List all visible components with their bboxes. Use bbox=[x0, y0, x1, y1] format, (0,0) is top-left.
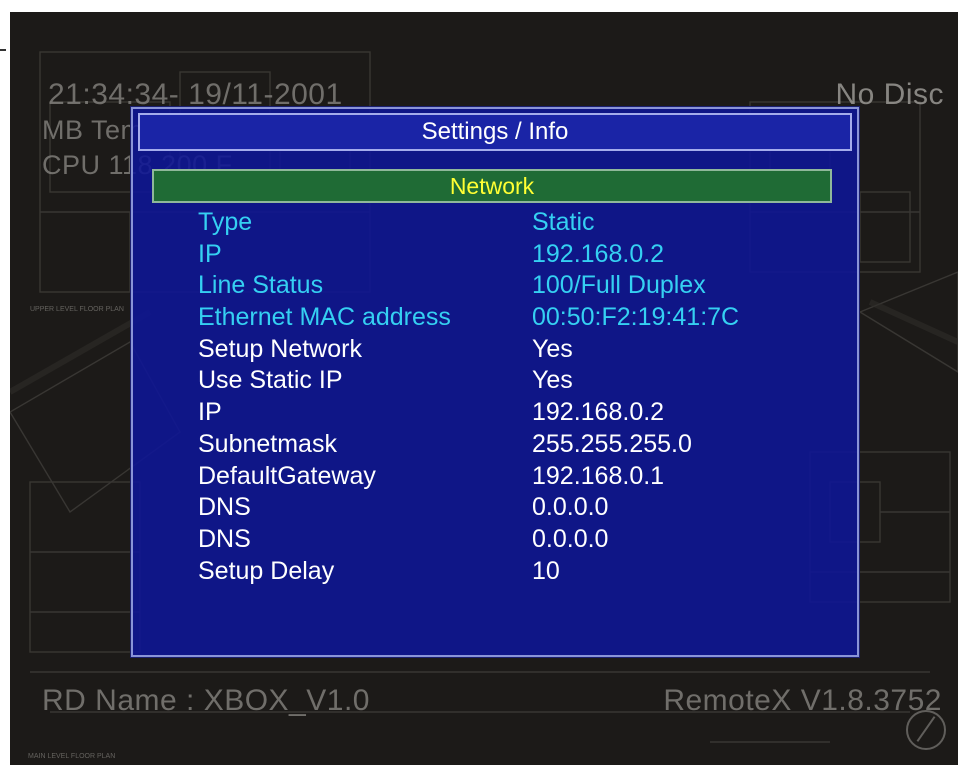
setting-value: 0.0.0.0 bbox=[532, 524, 609, 553]
settings-row: Type Static bbox=[198, 207, 838, 239]
settings-row: IP 192.168.0.2 bbox=[198, 239, 838, 271]
compass-icon bbox=[906, 710, 946, 750]
settings-row[interactable]: DNS 0.0.0.0 bbox=[198, 492, 838, 524]
setting-value: 192.168.0.1 bbox=[532, 461, 665, 490]
settings-row[interactable]: DNS 0.0.0.0 bbox=[198, 524, 838, 556]
setting-value: 00:50:F2:19:41:7C bbox=[532, 303, 740, 332]
setting-value: 192.168.0.2 bbox=[532, 398, 665, 427]
setting-label: Subnetmask bbox=[198, 429, 337, 458]
setting-value: Yes bbox=[532, 334, 573, 363]
setting-label: Type bbox=[198, 208, 253, 236]
settings-row[interactable]: Subnetmask 255.255.255.0 bbox=[198, 429, 838, 461]
settings-row[interactable]: DefaultGateway 192.168.0.1 bbox=[198, 461, 838, 493]
setting-value: 10 bbox=[532, 556, 560, 585]
upper-floor-caption: UPPER LEVEL FLOOR PLAN bbox=[30, 306, 124, 313]
setting-label: DNS bbox=[198, 524, 251, 553]
setting-label: Use Static IP bbox=[198, 366, 343, 395]
setting-label: IP bbox=[198, 398, 222, 427]
setting-value: 255.255.255.0 bbox=[532, 429, 692, 458]
settings-row[interactable]: Setup Network Yes bbox=[198, 334, 838, 366]
version-readout: RemoteX V1.8.3752 bbox=[663, 684, 942, 717]
tv-screen: 21:34:34- 19/11-2001 No Disc MB Temp 111… bbox=[10, 12, 958, 765]
setting-value: Static bbox=[532, 208, 595, 236]
setting-label: Setup Delay bbox=[198, 556, 335, 585]
setting-label: DefaultGateway bbox=[198, 461, 376, 490]
setting-label: Setup Network bbox=[198, 334, 362, 363]
settings-row[interactable]: Use Static IP Yes bbox=[198, 365, 838, 397]
setting-label: IP bbox=[198, 239, 222, 268]
rd-name-readout: RD Name : XBOX_V1.0 bbox=[42, 684, 370, 717]
setting-value: 100/Full Duplex bbox=[532, 271, 706, 300]
dialog-title: Settings / Info bbox=[138, 113, 852, 151]
settings-row: Ethernet MAC address 00:50:F2:19:41:7C bbox=[198, 302, 838, 334]
settings-row[interactable]: IP 192.168.0.2 bbox=[198, 397, 838, 429]
setting-label: Line Status bbox=[198, 271, 324, 300]
setting-label: Ethernet MAC address bbox=[198, 303, 451, 332]
settings-info-dialog: Settings / Info Network Type Static IP 192.… bbox=[131, 107, 859, 657]
main-floor-caption: MAIN LEVEL FLOOR PLAN bbox=[28, 753, 116, 760]
edge-tick-mark bbox=[0, 49, 6, 51]
settings-row[interactable]: Setup Delay 10 bbox=[198, 556, 838, 588]
setting-value: 192.168.0.2 bbox=[532, 239, 665, 268]
settings-list: Type Static IP 192.168.0.2 Line Status 100/Fu… bbox=[198, 207, 838, 587]
setting-value: 0.0.0.0 bbox=[532, 493, 609, 522]
section-header-network[interactable]: Network bbox=[152, 169, 832, 203]
setting-value: Yes bbox=[532, 366, 573, 395]
setting-label: DNS bbox=[198, 493, 251, 522]
settings-row: Line Status 100/Full Duplex bbox=[198, 270, 838, 302]
